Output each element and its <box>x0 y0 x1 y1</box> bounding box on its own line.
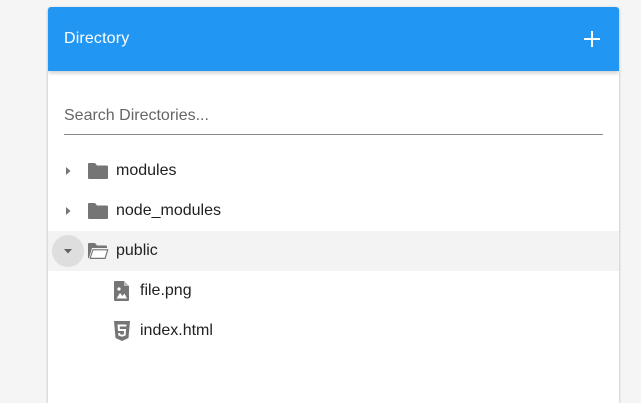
plus-icon <box>584 31 600 47</box>
tree-item-index-html[interactable]: index.html <box>48 311 619 351</box>
tree-item-label: file.png <box>140 282 192 299</box>
expand-toggle[interactable] <box>52 155 84 187</box>
tree-item-modules[interactable]: modules <box>48 151 619 191</box>
tree-item-label: public <box>116 242 158 259</box>
html5-icon <box>114 321 130 341</box>
folder-icon <box>88 203 108 219</box>
image-file-icon <box>114 281 129 301</box>
caret-right-icon <box>66 167 71 175</box>
search-input[interactable] <box>64 103 603 131</box>
add-button[interactable] <box>577 24 607 54</box>
tree-item-node-modules[interactable]: node_modules <box>48 191 619 231</box>
folder-icon <box>88 163 108 179</box>
collapse-toggle[interactable] <box>52 235 84 267</box>
tree-item-label: node_modules <box>116 202 221 219</box>
directory-tree: modules node_modules public file.png ind… <box>48 151 619 351</box>
caret-down-icon <box>64 249 72 254</box>
caret-right-icon <box>66 207 71 215</box>
tree-item-file-png[interactable]: file.png <box>48 271 619 311</box>
folder-open-icon <box>88 243 109 259</box>
toolbar-title: Directory <box>64 30 130 47</box>
directory-card: Directory modules <box>48 7 619 403</box>
expand-toggle[interactable] <box>52 195 84 227</box>
toolbar: Directory <box>48 7 619 71</box>
tree-item-label: modules <box>116 162 177 179</box>
tree-item-public[interactable]: public <box>48 231 619 271</box>
search-field <box>64 103 603 135</box>
tree-item-label: index.html <box>140 322 213 339</box>
